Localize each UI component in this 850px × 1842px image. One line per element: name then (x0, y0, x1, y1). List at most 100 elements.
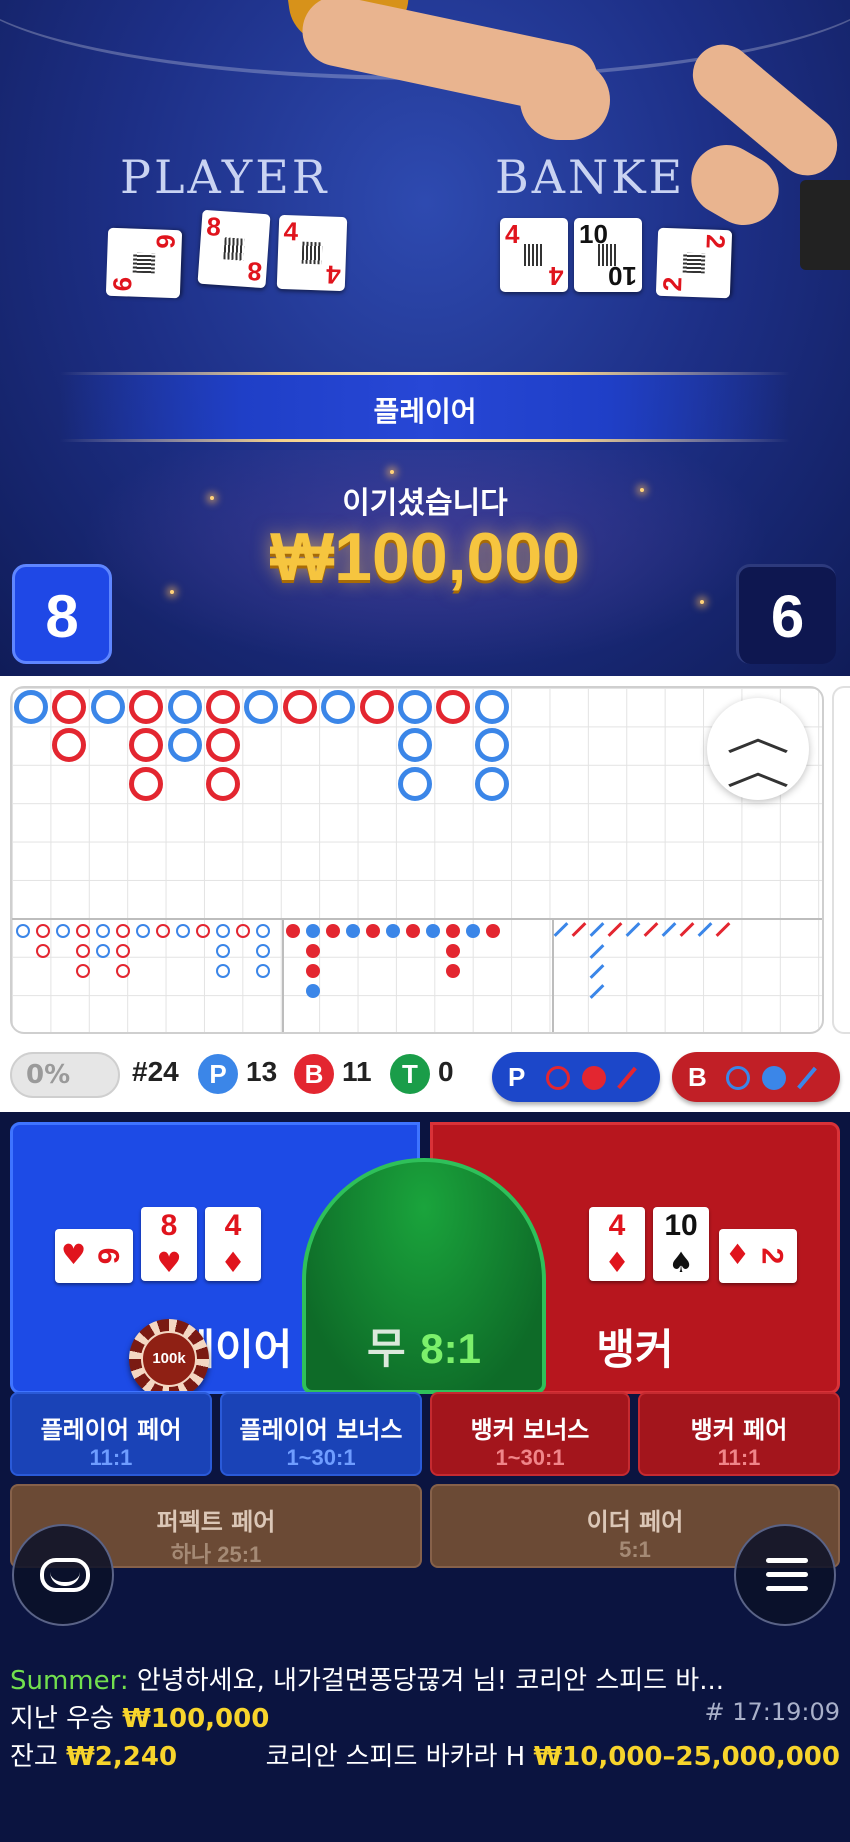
player-win-ring (167, 728, 202, 763)
banker-bonus-bet[interactable]: 뱅커 보너스 1~30:1 (430, 1392, 630, 1476)
limits: ₩10,000–25,000,000 (533, 1742, 841, 1772)
player-win-ring (474, 766, 509, 801)
small-road-mark (306, 984, 320, 998)
dealer-hand (520, 60, 610, 140)
banker-win-ring (129, 728, 164, 763)
small-road-mark (306, 964, 320, 978)
bet-card: 4 ♦ (589, 1207, 645, 1281)
banker-badge: B (294, 1054, 334, 1094)
expand-roadmap-button[interactable]: ︿ ︿ (707, 698, 809, 800)
small-road-mark (386, 924, 400, 938)
big-eye-mark (36, 944, 50, 958)
big-eye-mark (76, 964, 90, 978)
big-eye-mark (96, 944, 110, 958)
last-win-line: 지난 우승 ₩100,000 # 17:19:09 (10, 1698, 840, 1735)
bet-card: 8 ♥ (141, 1207, 197, 1281)
banker-pair-bet[interactable]: 뱅커 페어 11:1 (638, 1392, 840, 1476)
tie-bet-label: 무 8:1 (367, 1324, 481, 1373)
big-eye-mark (96, 924, 110, 938)
predict-slash-icon (797, 1066, 817, 1090)
roadmap-panel: ︿ ︿ 0% #24 P 13 B 11 T 0 P B (0, 676, 850, 1112)
big-eye-mark (216, 944, 230, 958)
cockroach-road-mark (571, 922, 587, 937)
round-time: # 17:19:09 (704, 1698, 840, 1726)
sparkle (700, 600, 704, 604)
banker-count: 11 (342, 1056, 372, 1087)
table-banker-label: BANKE (495, 150, 686, 204)
cockroach-road-mark (715, 922, 731, 937)
cockroach-road-mark (607, 922, 623, 937)
player-win-ring (474, 728, 509, 763)
player-bonus-bet[interactable]: 플레이어 보너스 1~30:1 (220, 1392, 422, 1476)
player-win-ring (321, 690, 356, 724)
menu-button[interactable] (734, 1524, 836, 1626)
table-card: 44 (500, 218, 568, 292)
placed-chip[interactable]: 100k (129, 1319, 209, 1391)
player-win-ring (167, 690, 202, 724)
big-eye-mark (256, 924, 270, 938)
table-limits: 코리안 스피드 바카라 H ₩10,000–25,000,000 (266, 1736, 840, 1773)
player-win-ring (398, 766, 432, 801)
chat-line: Summer: 안녕하세요, 내가걸면퐁당끊겨 님! 코리안 스피드 바... (10, 1660, 724, 1697)
tie-badge: T (390, 1054, 430, 1094)
player-win-ring (398, 690, 432, 724)
banker-win-ring (206, 728, 240, 763)
big-eye-mark (116, 964, 130, 978)
balance-label: 잔고 (10, 1742, 58, 1772)
table-card: 44 (276, 214, 348, 292)
big-eye-mark (256, 964, 270, 978)
banker-win-ring (436, 690, 471, 724)
big-eye-mark (36, 924, 50, 938)
menu-icon (766, 1558, 808, 1600)
chip-value: 100k (141, 1331, 197, 1387)
predict-dot-icon (582, 1066, 606, 1090)
big-eye-mark (76, 944, 90, 958)
player-pair-bet[interactable]: 플레이어 페어 11:1 (10, 1392, 212, 1476)
percent-toggle[interactable]: 0% (10, 1052, 120, 1098)
cockroach-road-mark (625, 922, 641, 937)
table-player-label: PLAYER (120, 150, 330, 204)
tie-bet-zone[interactable]: 무 8:1 (302, 1158, 546, 1394)
predict-slash-icon (617, 1066, 637, 1090)
player-count: 13 (246, 1056, 278, 1087)
big-eye-mark (216, 964, 230, 978)
bet-card: 6 ♥ (55, 1229, 133, 1283)
card-shoe (800, 180, 850, 270)
small-road-mark (346, 924, 360, 938)
big-eye-mark (16, 924, 30, 938)
round-number: #24 (132, 1056, 179, 1087)
predict-ring-icon (726, 1066, 750, 1090)
chat-message: 안녕하세요, 내가걸면퐁당끊겨 님! 코리안 스피드 바... (136, 1666, 725, 1696)
small-road-mark (446, 924, 460, 938)
banker-predict-button[interactable]: B (672, 1052, 840, 1102)
balance-amount: ₩2,240 (66, 1742, 178, 1772)
player-win-ring (474, 690, 509, 724)
cockroach-road-mark (589, 922, 605, 937)
big-eye-mark (176, 924, 190, 938)
small-road-mark (406, 924, 420, 938)
player-badge: P (198, 1054, 238, 1094)
player-score: 8 (12, 564, 112, 664)
cockroach-road-mark (589, 984, 605, 999)
banker-win-ring (129, 766, 164, 801)
table-card: 66 (105, 227, 183, 299)
chat-button[interactable] (12, 1524, 114, 1626)
big-eye-mark (216, 924, 230, 938)
table-name: 코리안 스피드 바카라 H (265, 1742, 526, 1772)
roadmap-divider (12, 918, 822, 920)
table-card: 88 (197, 209, 271, 289)
table-card: 22 (655, 227, 733, 299)
banker-win-ring (206, 690, 240, 724)
betting-area: 6 ♥ 8 ♥ 4 ♦ 플레이어 100k 4 ♦ 10 ♠ 2 ♦ 뱅커 무 … (0, 1112, 850, 1842)
sparkle (390, 470, 394, 474)
banker-win-ring (129, 690, 164, 724)
cockroach-road-mark (589, 964, 605, 979)
big-eye-mark (116, 944, 130, 958)
result-banner: 플레이어 (60, 372, 790, 442)
tie-count: 0 (438, 1056, 454, 1087)
player-predict-button[interactable]: P (492, 1052, 660, 1102)
small-road-mark (426, 924, 440, 938)
live-video: PLAYER BANKE 66 88 44 44 10 10 22 플레이어 이… (0, 0, 850, 676)
cockroach-road-mark (661, 922, 677, 937)
big-eye-mark (56, 924, 70, 938)
